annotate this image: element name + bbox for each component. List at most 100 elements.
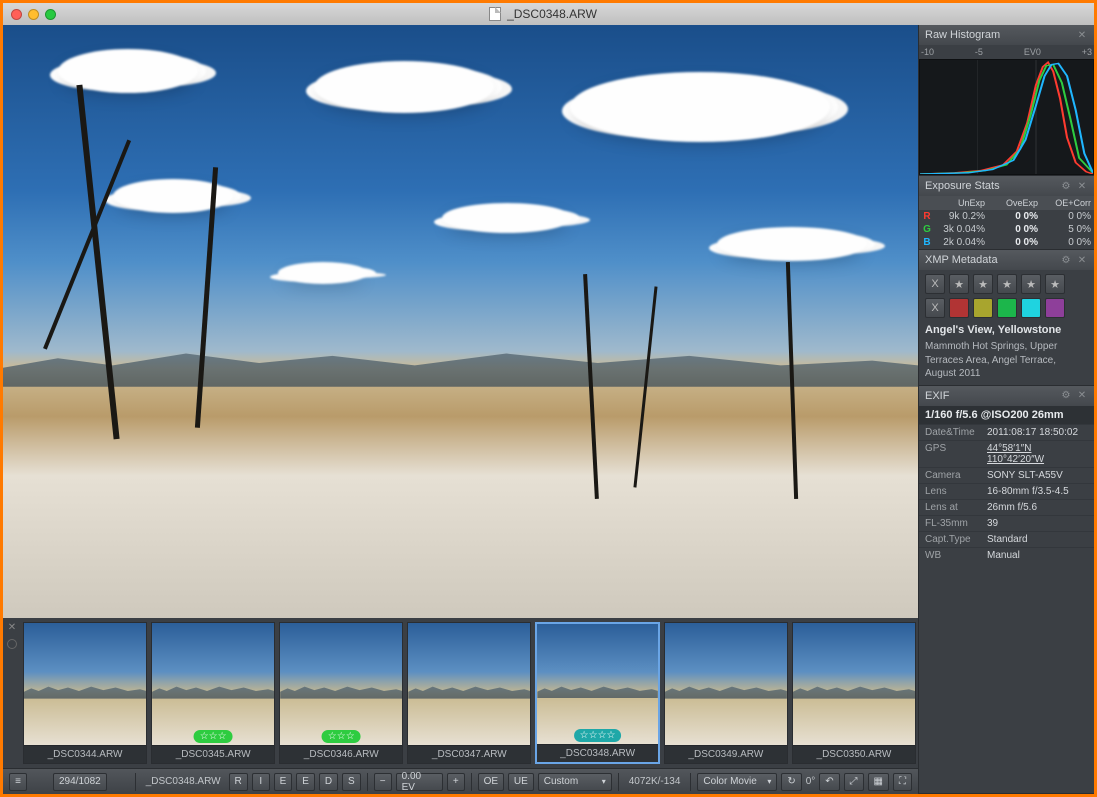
window-title: _DSC0348.ARW	[62, 7, 1024, 21]
ue-button[interactable]: UE	[508, 773, 534, 791]
exposure-row: G3k 0.04%0 0%5 0%	[919, 223, 1094, 236]
col-header: OveExp	[988, 196, 1041, 210]
chevron-down-icon: ▾	[602, 777, 606, 786]
col-header: UnExp	[935, 196, 988, 210]
rating-badge: ☆☆☆	[322, 730, 361, 743]
thumbnail-label: _DSC0345.ARW	[152, 745, 274, 763]
undo-button[interactable]: ↶	[819, 773, 839, 791]
ev-plus-button[interactable]: +	[447, 773, 465, 791]
app-window: _DSC0348.ARW	[0, 0, 1097, 797]
thumbnail[interactable]: ☆☆☆_DSC0345.ARW	[151, 622, 275, 764]
dimensions-readout: 4072K/-134	[625, 776, 685, 787]
exif-summary: 1/160 f/5.6 @ISO200 26mm	[919, 406, 1094, 424]
right-sidebar: Raw Histogram ✕ -10 -5 EV0 +3	[918, 25, 1094, 794]
label-green-button[interactable]	[997, 298, 1017, 318]
flag-r-button[interactable]: R	[229, 773, 248, 791]
view-mode-select[interactable]: Custom▾	[538, 773, 612, 791]
star-5-button[interactable]: ★	[1045, 274, 1065, 294]
window-title-text: _DSC0348.ARW	[507, 7, 597, 21]
exposure-row: R9k 0.2%0 0%0 0%	[919, 210, 1094, 223]
minimize-window-button[interactable]	[28, 9, 39, 20]
histogram-panel: Raw Histogram ✕ -10 -5 EV0 +3	[919, 25, 1094, 176]
thumbnail[interactable]: _DSC0349.ARW	[664, 622, 788, 764]
exif-row: WBManual	[919, 547, 1094, 563]
clear-label-button[interactable]: X	[925, 298, 945, 318]
star-3-button[interactable]: ★	[997, 274, 1017, 294]
histo-tick: +3	[1082, 47, 1092, 57]
star-1-button[interactable]: ★	[949, 274, 969, 294]
histo-tick: EV0	[1024, 47, 1041, 57]
xmp-title-text: Angel's View, Yellowstone	[925, 324, 1088, 336]
layout-button[interactable]: ▦	[868, 773, 889, 791]
rating-badge: ☆☆☆☆	[574, 729, 622, 742]
gear-icon[interactable]: ⚙	[1060, 254, 1072, 266]
flag-i-button[interactable]: I	[252, 773, 270, 791]
label-cyan-button[interactable]	[1021, 298, 1041, 318]
label-red-button[interactable]	[949, 298, 969, 318]
clear-rating-button[interactable]: X	[925, 274, 945, 294]
oe-button[interactable]: OE	[478, 773, 504, 791]
rotation-readout: 0°	[806, 776, 816, 787]
gear-icon[interactable]: ⚙	[1060, 390, 1072, 402]
thumbnail[interactable]: _DSC0344.ARW	[23, 622, 147, 764]
histo-tick: -10	[921, 47, 934, 57]
exposure-stats-panel: Exposure Stats ⚙ ✕ UnExp OveExp OE+Corr …	[919, 176, 1094, 250]
filmstrip-close-icon[interactable]: ✕	[8, 622, 16, 633]
exif-panel: EXIF ⚙ ✕ 1/160 f/5.6 @ISO200 26mm Date&T…	[919, 386, 1094, 795]
thumbnail-label: _DSC0348.ARW	[537, 744, 657, 762]
panel-close-icon[interactable]: ✕	[1076, 29, 1088, 41]
menu-icon[interactable]: ≡	[9, 773, 27, 791]
thumbnail[interactable]: _DSC0350.ARW	[792, 622, 916, 764]
thumbnail[interactable]: _DSC0347.ARW	[407, 622, 531, 764]
gear-icon[interactable]: ⚙	[1060, 180, 1072, 192]
panel-title: EXIF	[925, 390, 949, 402]
flag-e2-button[interactable]: E	[296, 773, 315, 791]
thumbnail[interactable]: ☆☆☆☆ _DSC0348.ARW	[535, 622, 659, 764]
panel-close-icon[interactable]: ✕	[1076, 390, 1088, 402]
thumbnail-label: _DSC0350.ARW	[793, 745, 915, 763]
exif-row: Lens at26mm f/5.6	[919, 499, 1094, 515]
label-yellow-button[interactable]	[973, 298, 993, 318]
flag-s-button[interactable]: S	[342, 773, 361, 791]
exif-row: FL-35mm39	[919, 515, 1094, 531]
thumbnail-label: _DSC0349.ARW	[665, 745, 787, 763]
star-4-button[interactable]: ★	[1021, 274, 1041, 294]
thumbnail[interactable]: ☆☆☆ _DSC0346.ARW	[279, 622, 403, 764]
panel-close-icon[interactable]: ✕	[1076, 180, 1088, 192]
xmp-panel: XMP Metadata ⚙ ✕ X ★ ★ ★ ★ ★ X	[919, 250, 1094, 386]
fullscreen-button[interactable]: ⛶	[893, 773, 912, 791]
thumbnail-label: _DSC0346.ARW	[280, 745, 402, 763]
panel-title: Exposure Stats	[925, 180, 1000, 192]
histo-tick: -5	[975, 47, 983, 57]
close-window-button[interactable]	[11, 9, 22, 20]
ev-minus-button[interactable]: −	[374, 773, 392, 791]
titlebar: _DSC0348.ARW	[3, 3, 1094, 25]
exif-row: Date&Time2011:08:17 18:50:02	[919, 424, 1094, 440]
zoom-window-button[interactable]	[45, 9, 56, 20]
panel-title: XMP Metadata	[925, 254, 998, 266]
histogram-chart	[919, 59, 1094, 175]
color-profile-select[interactable]: Color Movie▾	[697, 773, 777, 791]
label-purple-button[interactable]	[1045, 298, 1065, 318]
flag-d-button[interactable]: D	[319, 773, 338, 791]
fit-button[interactable]: ⤢	[844, 773, 864, 791]
col-header: OE+Corr	[1041, 196, 1094, 210]
panel-title: Raw Histogram	[925, 29, 1000, 41]
thumbnail-label: _DSC0347.ARW	[408, 745, 530, 763]
thumbnail-label: _DSC0344.ARW	[24, 745, 146, 763]
bottom-toolbar: ≡ 294/1082 _DSC0348.ARW R I E E D S − 0.…	[3, 768, 918, 794]
filmstrip-pin-icon[interactable]	[7, 639, 17, 649]
image-counter[interactable]: 294/1082	[53, 773, 107, 791]
star-2-button[interactable]: ★	[973, 274, 993, 294]
filmstrip: ✕ _DSC0344.ARW ☆☆☆_DSC0345.ARW ☆☆☆ _DSC0346…	[3, 618, 918, 768]
current-filename: _DSC0348.ARW	[142, 776, 225, 787]
rotate-button[interactable]: ↻	[781, 773, 801, 791]
ev-value[interactable]: 0.00 EV	[396, 773, 443, 791]
main-image-view[interactable]	[3, 25, 918, 618]
exif-row: Lens16-80mm f/3.5-4.5	[919, 483, 1094, 499]
panel-close-icon[interactable]: ✕	[1076, 254, 1088, 266]
exif-row: CameraSONY SLT-A55V	[919, 467, 1094, 483]
flag-e-button[interactable]: E	[274, 773, 293, 791]
exif-row: Capt.TypeStandard	[919, 531, 1094, 547]
exposure-row: B2k 0.04%0 0%0 0%	[919, 236, 1094, 249]
